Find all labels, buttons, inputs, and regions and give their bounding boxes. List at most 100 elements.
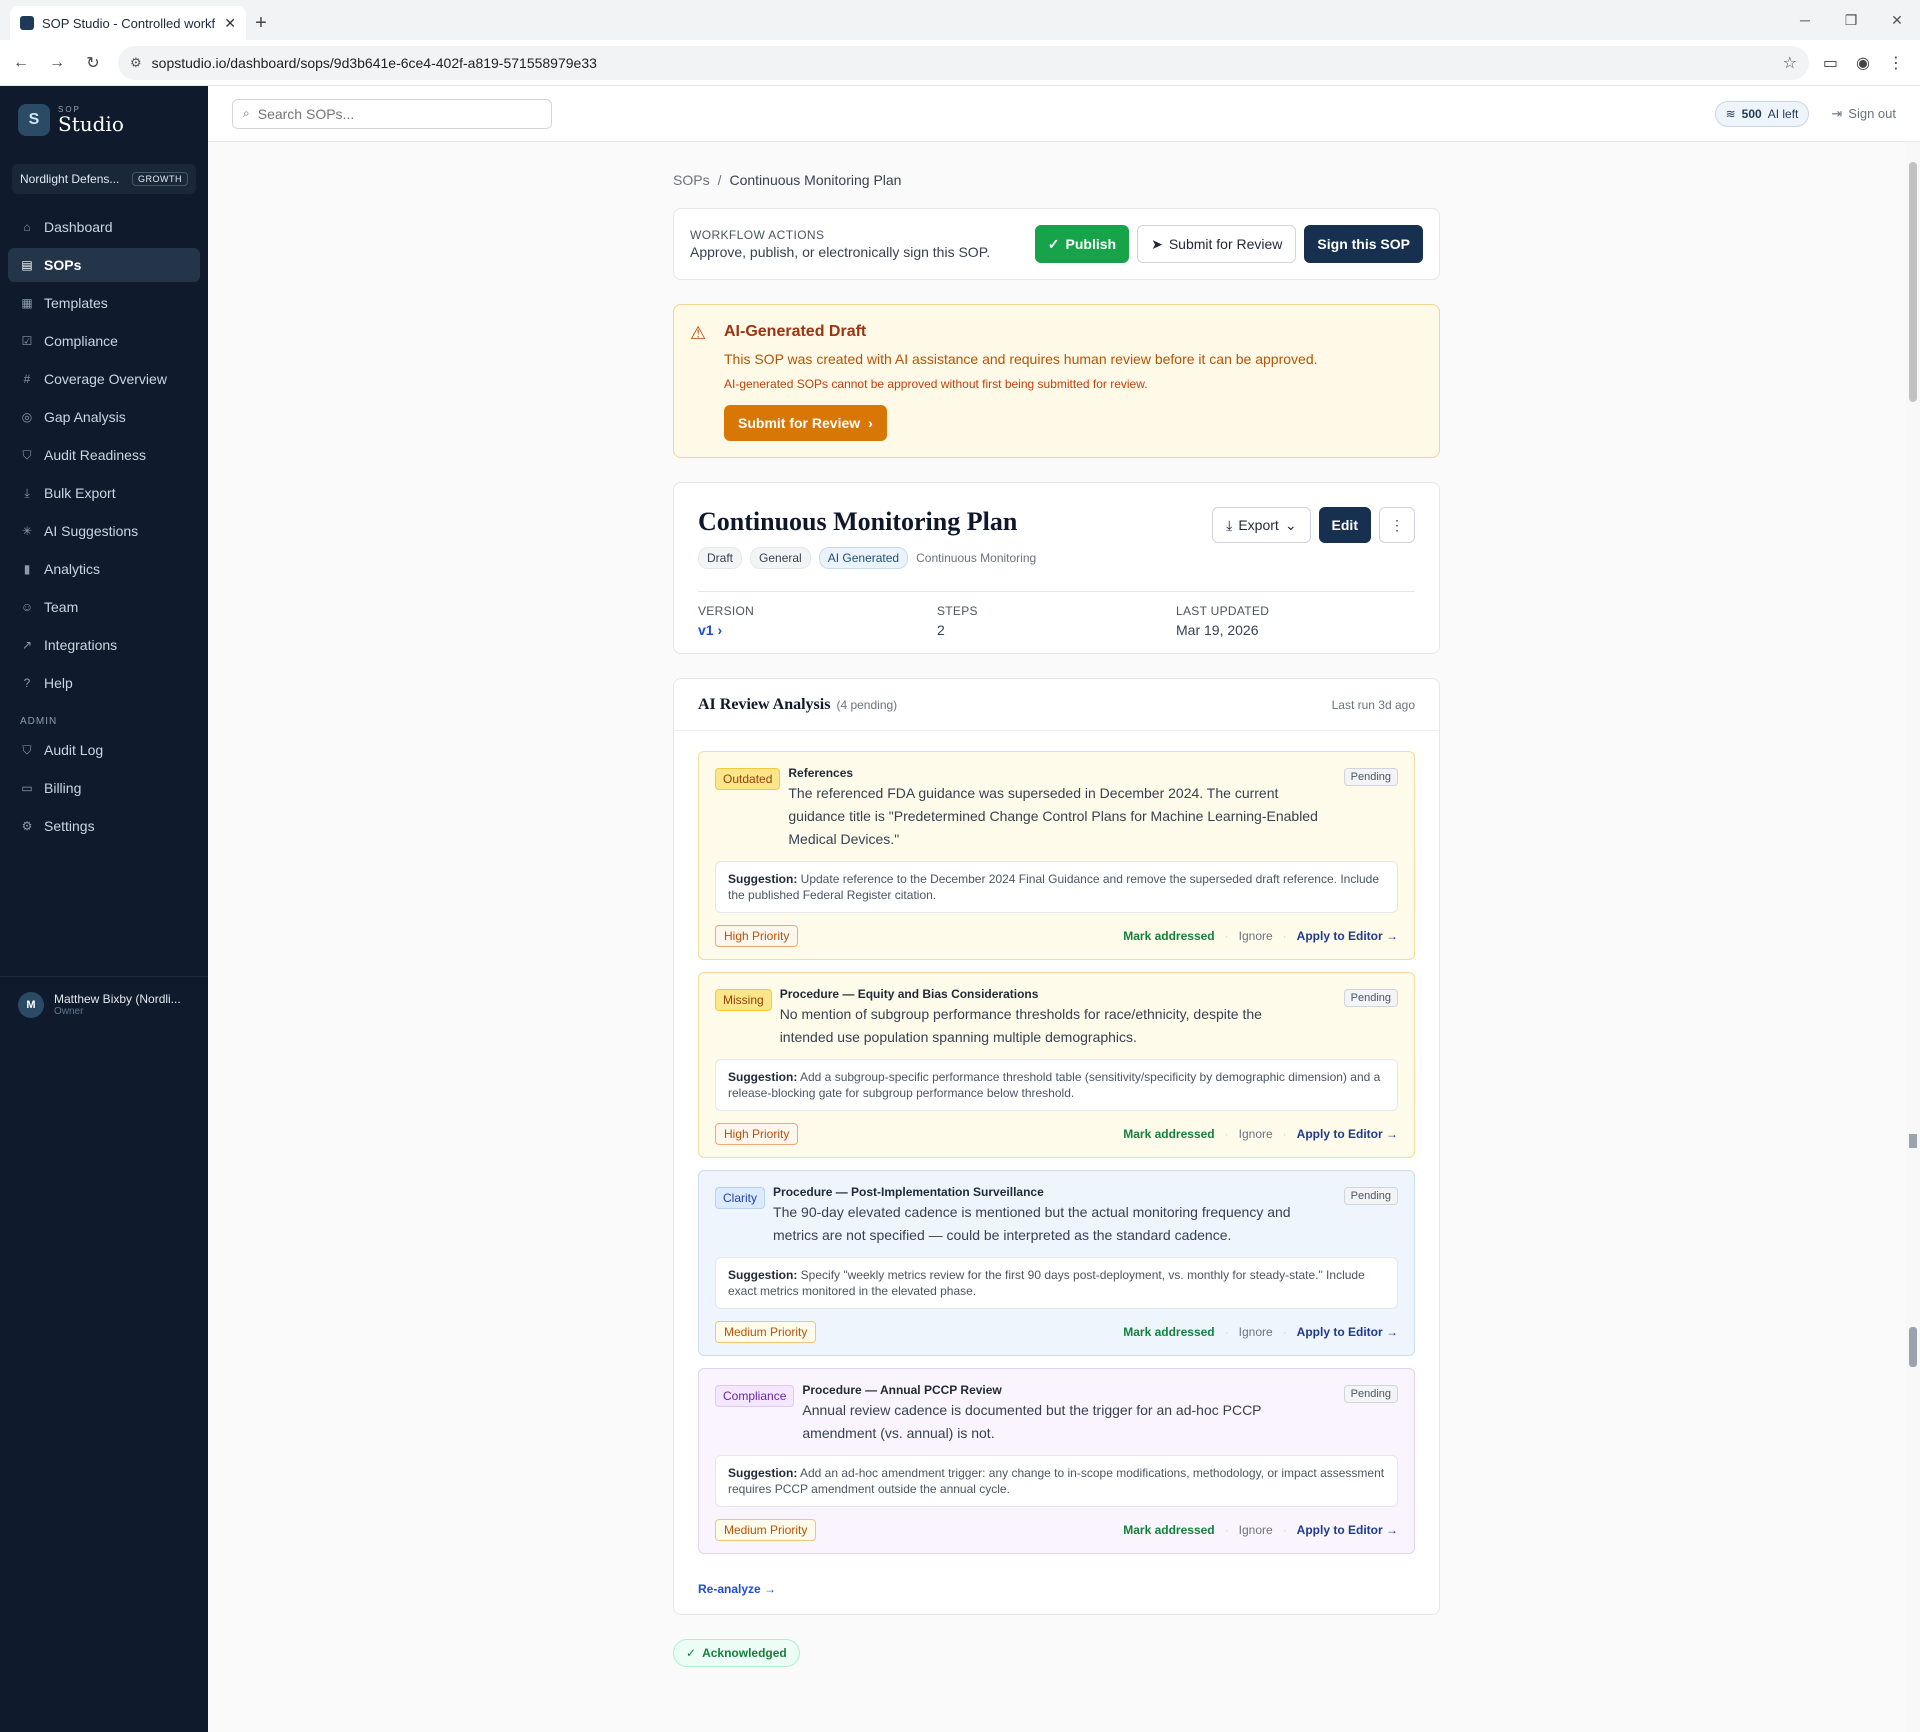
apply-to-editor-link[interactable]: Apply to Editor → [1297,1127,1398,1141]
issue-section: Procedure — Equity and Bias Consideratio… [779,987,1039,1001]
cast-icon[interactable]: ▭ [1823,53,1838,73]
ignore-link[interactable]: Ignore [1239,1127,1273,1141]
suggestion-box: Suggestion: Add a subgroup-specific perf… [715,1059,1398,1111]
page-scrollbar[interactable] [1906,142,1920,1732]
org-name: Nordlight Defens... [20,172,120,186]
sidebar-item-integrations[interactable]: ↗ Integrations [8,628,200,662]
sidebar-item-label: Gap Analysis [44,409,126,425]
ignore-link[interactable]: Ignore [1239,929,1273,943]
sidebar-item-dashboard[interactable]: ⌂ Dashboard [8,210,200,244]
sparkle-icon: ✳ [21,524,33,538]
ai-generated-badge: AI Generated [818,547,909,569]
user-role: Owner [54,1006,84,1017]
scroll-marker [1909,1134,1917,1148]
banner-submit-label: Submit for Review [738,415,861,431]
sidebar-item-ai-suggestions[interactable]: ✳ AI Suggestions [8,514,200,548]
issue-text: The referenced FDA guidance was supersed… [788,785,1318,847]
sidebar-item-audit-readiness[interactable]: ⛉ Audit Readiness [8,438,200,472]
apply-to-editor-link[interactable]: Apply to Editor → [1297,1523,1398,1537]
brand[interactable]: S SOP Studio [0,86,208,154]
version-link[interactable]: v1 › [698,622,937,638]
ai-credits-badge[interactable]: ≋ 500 AI left [1714,100,1810,127]
org-switcher[interactable]: Nordlight Defens... GROWTH [12,164,196,194]
breadcrumb-sops-link[interactable]: SOPs [673,172,710,188]
re-analyze-link[interactable]: Re-analyze → [698,1582,1415,1596]
sidebar-item-label: Templates [44,295,108,311]
restore-icon[interactable]: ❐ [1828,0,1874,40]
publish-label: Publish [1065,236,1117,252]
address-bar[interactable]: ⚙ sopstudio.io/dashboard/sops/9d3b641e-6… [118,45,1809,80]
last-updated-value: Mar 19, 2026 [1176,622,1259,638]
user-menu[interactable]: M Matthew Bixby (Nordli... Owner [0,976,208,1032]
sidebar-item-help[interactable]: ? Help [8,666,200,700]
separator-dot: · [1282,1523,1287,1537]
search-box[interactable]: ⌕ [232,98,552,129]
user-name: Matthew Bixby (Nordli... [54,992,181,1006]
bar-chart-icon: ▮ [23,562,31,576]
sidebar-item-coverage-overview[interactable]: # Coverage Overview [8,362,200,396]
sign-sop-button[interactable]: Sign this SOP [1304,225,1423,263]
steps-value: 2 [937,622,945,638]
sidebar-item-analytics[interactable]: ▮ Analytics [8,552,200,586]
sidebar-item-templates[interactable]: ▦ Templates [8,286,200,320]
sidebar-item-gap-analysis[interactable]: ◎ Gap Analysis [8,400,200,434]
apply-to-editor-link[interactable]: Apply to Editor → [1297,929,1398,943]
sidebar-nav: ⌂ Dashboard ▤ SOPs ▦ Templates ☑ Compliance … [0,210,208,843]
back-icon[interactable]: ← [10,52,32,74]
banner-submit-for-review-button[interactable]: Submit for Review › [724,405,887,441]
sign-out-button[interactable]: ⇥ Sign out [1831,106,1896,122]
publish-button[interactable]: ✓ Publish [1034,225,1130,263]
search-input[interactable] [257,105,541,122]
edit-button[interactable]: Edit [1318,507,1371,543]
bookmark-star-icon[interactable]: ☆ [1783,53,1797,73]
browser-tab[interactable]: SOP Studio - Controlled workflo ✕ [10,6,246,40]
submit-for-review-button[interactable]: ➤ Submit for Review [1137,225,1297,263]
sidebar-item-settings[interactable]: ⚙ Settings [8,809,200,843]
mark-addressed-link[interactable]: Mark addressed [1123,1523,1214,1537]
profile-icon[interactable]: ◉ [1856,53,1870,73]
sidebar-item-compliance[interactable]: ☑ Compliance [8,324,200,358]
apply-to-editor-link[interactable]: Apply to Editor → [1297,1325,1398,1339]
export-label: Export [1238,517,1279,533]
forward-icon[interactable]: → [46,52,68,74]
scroll-thumb[interactable] [1909,162,1917,402]
minimize-icon[interactable]: ─ [1782,0,1828,40]
sidebar-item-sops[interactable]: ▤ SOPs [8,248,200,282]
acknowledged-badge[interactable]: ✓ Acknowledged [673,1639,800,1667]
credit-card-icon: ▭ [21,781,33,795]
sidebar-item-bulk-export[interactable]: ⤓ Bulk Export [8,476,200,510]
grid-icon: # [23,372,31,386]
suggestion-label: Suggestion: [728,1466,798,1480]
close-window-icon[interactable]: ✕ [1874,0,1920,40]
warning-icon: ⚠ [690,323,707,343]
pending-count: (4 pending) [836,697,898,712]
site-info-icon[interactable]: ⚙ [130,55,142,71]
sidebar-item-audit-log[interactable]: ⛉ Audit Log [8,733,200,767]
last-updated-label: LAST UPDATED [1176,604,1270,618]
last-run: Last run 3d ago [1331,697,1415,712]
more-options-icon[interactable]: ⋮ [1379,507,1415,543]
mark-addressed-link[interactable]: Mark addressed [1123,929,1214,943]
menu-dots-icon[interactable]: ⋮ [1888,53,1904,73]
ignore-link[interactable]: Ignore [1239,1325,1273,1339]
new-tab-button[interactable]: + [246,6,276,40]
document-icon: ▤ [21,258,33,272]
ai-banner-title: AI-Generated Draft [724,323,867,340]
export-button[interactable]: ⤓ Export ⌄ [1212,507,1311,543]
logout-icon: ⇥ [1831,105,1843,121]
mark-addressed-link[interactable]: Mark addressed [1123,1325,1214,1339]
sop-tags: Draft General AI Generated Continuous Mo… [698,547,1415,569]
sidebar-item-team[interactable]: ☺ Team [8,590,200,624]
sop-meta: VERSION v1 › STEPS 2 LAST UPDATED Mar 19… [698,591,1415,638]
help-circle-icon: ? [23,676,31,690]
close-tab-icon[interactable]: ✕ [224,15,236,32]
status-badge: Draft [698,547,743,569]
suggestion-box: Suggestion: Specify "weekly metrics revi… [715,1257,1398,1309]
issue-kind-badge: Clarity [715,1187,766,1209]
sidebar-item-billing[interactable]: ▭ Billing [8,771,200,805]
issue-kind-badge: Missing [715,989,772,1011]
ignore-link[interactable]: Ignore [1239,1523,1273,1537]
acknowledged-label: Acknowledged [702,1646,787,1660]
reload-icon[interactable]: ↻ [82,52,104,74]
mark-addressed-link[interactable]: Mark addressed [1123,1127,1214,1141]
